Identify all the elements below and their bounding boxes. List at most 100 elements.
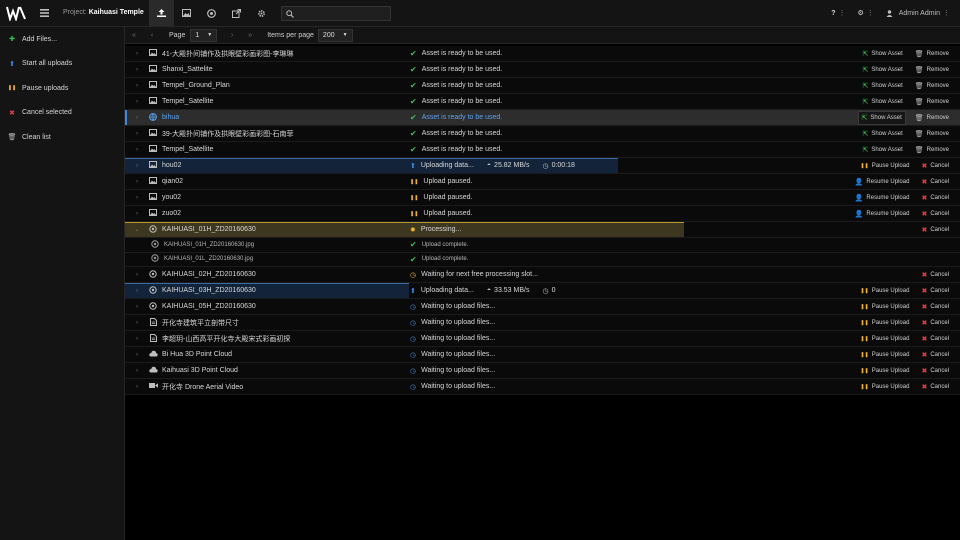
- show-asset-button[interactable]: ⇱ Show Asset: [860, 64, 906, 76]
- expand-chevron-icon[interactable]: ›: [125, 384, 149, 390]
- resume-upload-button[interactable]: 👤 Resume Upload: [852, 192, 913, 204]
- table-row[interactable]: › KAIHUASI_02H_ZD20160630 ◷ Waiting for …: [125, 267, 960, 283]
- external-link-icon[interactable]: [224, 0, 249, 26]
- pause-upload-button[interactable]: ❚❚ Pause Upload: [857, 366, 912, 376]
- pause-upload-button[interactable]: ❚❚ Pause Upload: [857, 286, 912, 296]
- table-row[interactable]: › Tempel_Ground_Plan ✔ Asset is ready to…: [125, 78, 960, 94]
- pause-upload-button[interactable]: ❚❚ Pause Upload: [857, 350, 912, 360]
- next-page-button[interactable]: ›: [223, 32, 241, 39]
- show-asset-button[interactable]: ⇱ Show Asset: [860, 144, 906, 156]
- show-asset-button[interactable]: ⇱ Show Asset: [860, 96, 906, 108]
- table-row[interactable]: › zuo02 ❚❚ Upload paused. 👤 Resume Upload…: [125, 206, 960, 222]
- table-row[interactable]: › Tempel_Satellite ✔ Asset is ready to b…: [125, 142, 960, 158]
- expand-chevron-icon[interactable]: ›: [125, 304, 149, 310]
- pause-upload-button[interactable]: ❚❚ Pause Upload: [857, 302, 912, 312]
- collapse-chevron-icon[interactable]: ⌄: [125, 226, 149, 233]
- sidebar-add-files[interactable]: ✚ Add Files...: [0, 27, 124, 52]
- table-row[interactable]: › 41-大殿扑间铺作及拱眼壁彩画彩图-李琳琳 ✔ Asset is ready…: [125, 46, 960, 62]
- user-menu[interactable]: Admin Admin ⋮: [886, 9, 950, 17]
- first-page-button[interactable]: «: [125, 32, 143, 39]
- pause-upload-button[interactable]: ❚❚ Pause Upload: [857, 382, 912, 392]
- remove-button[interactable]: 🗑 Remove: [912, 144, 952, 156]
- pause-upload-button[interactable]: ❚❚ Pause Upload: [857, 318, 912, 328]
- sidebar-clean-list[interactable]: 🗑 Clean list: [0, 125, 124, 150]
- table-row[interactable]: › KAIHUASI_05H_ZD20160630 ◷ Waiting to u…: [125, 299, 960, 315]
- cancel-button[interactable]: ✖ Cancel: [918, 285, 952, 297]
- expand-chevron-icon[interactable]: ›: [125, 51, 149, 57]
- cancel-button[interactable]: ✖ Cancel: [918, 224, 952, 236]
- remove-button[interactable]: 🗑 Remove: [912, 128, 952, 140]
- settings-menu[interactable]: ⚙ ⋮: [857, 9, 873, 17]
- help-menu[interactable]: ? ⋮: [831, 9, 845, 18]
- image-tab-icon[interactable]: [174, 0, 199, 26]
- show-asset-button[interactable]: ⇱ Show Asset: [860, 80, 906, 92]
- table-row[interactable]: › KAIHUASI_03H_ZD20160630 ⬆ Uploading da…: [125, 283, 960, 299]
- target-tab-icon[interactable]: [199, 0, 224, 26]
- cancel-button[interactable]: ✖ Cancel: [918, 301, 952, 313]
- expand-chevron-icon[interactable]: ›: [125, 352, 149, 358]
- list-view-icon[interactable]: [32, 0, 57, 26]
- sub-table-row[interactable]: KAIHUASI_01H_ZD20160630.jpg ✔ Upload com…: [125, 238, 960, 253]
- prev-page-button[interactable]: ‹: [143, 32, 161, 39]
- remove-button[interactable]: 🗑 Remove: [912, 48, 952, 60]
- expand-chevron-icon[interactable]: ›: [125, 288, 149, 294]
- cancel-button[interactable]: ✖ Cancel: [918, 192, 952, 204]
- expand-chevron-icon[interactable]: ›: [125, 320, 149, 326]
- expand-chevron-icon[interactable]: ›: [125, 67, 149, 73]
- resume-upload-button[interactable]: 👤 Resume Upload: [852, 176, 913, 188]
- last-page-button[interactable]: »: [241, 32, 259, 39]
- table-row[interactable]: › Kaihuasi 3D Point Cloud ◷ Waiting to u…: [125, 363, 960, 379]
- expand-chevron-icon[interactable]: ›: [125, 336, 149, 342]
- show-asset-button[interactable]: ⇱ Show Asset: [860, 48, 906, 60]
- table-row[interactable]: › 39-大殿扑间铺作及拱眼壁彩画彩图-石南菲 ✔ Asset is ready…: [125, 126, 960, 142]
- expand-chevron-icon[interactable]: ›: [125, 211, 149, 217]
- expand-chevron-icon[interactable]: ›: [125, 368, 149, 374]
- table-row[interactable]: › Shanxi_Sattelite ✔ Asset is ready to b…: [125, 62, 960, 78]
- expand-chevron-icon[interactable]: ›: [125, 131, 149, 137]
- expand-chevron-icon[interactable]: ›: [125, 179, 149, 185]
- cancel-button[interactable]: ✖ Cancel: [918, 160, 952, 172]
- search-box[interactable]: [281, 6, 391, 21]
- page-select[interactable]: 1 ▼: [190, 28, 218, 42]
- table-row[interactable]: › 李超玥-山西高平开化寺大殿宋式彩画初探 ◷ Waiting to uploa…: [125, 331, 960, 347]
- table-row[interactable]: › you02 ❚❚ Upload paused. 👤 Resume Upload…: [125, 190, 960, 206]
- expand-chevron-icon[interactable]: ›: [125, 163, 149, 169]
- cancel-button[interactable]: ✖ Cancel: [918, 208, 952, 220]
- expand-chevron-icon[interactable]: ›: [125, 83, 149, 89]
- pause-upload-button[interactable]: ❚❚ Pause Upload: [857, 161, 912, 171]
- expand-chevron-icon[interactable]: ›: [125, 195, 149, 201]
- expand-chevron-icon[interactable]: ›: [125, 272, 149, 278]
- cancel-button[interactable]: ✖ Cancel: [918, 269, 952, 281]
- remove-button[interactable]: 🗑 Remove: [912, 96, 952, 108]
- cancel-button[interactable]: ✖ Cancel: [918, 317, 952, 329]
- sidebar-start-all-uploads[interactable]: ⬆ Start all uploads: [0, 52, 124, 77]
- app-logo[interactable]: [6, 5, 26, 21]
- table-row[interactable]: › bihua ✔ Asset is ready to be used. ⇱ Sh…: [125, 110, 960, 126]
- remove-button[interactable]: 🗑 Remove: [912, 64, 952, 76]
- expand-chevron-icon[interactable]: ›: [125, 147, 149, 153]
- expand-chevron-icon[interactable]: ›: [125, 99, 149, 105]
- cancel-button[interactable]: ✖ Cancel: [918, 349, 952, 361]
- sub-table-row[interactable]: KAIHUASI_01L_ZD20160630.jpg ✔ Upload com…: [125, 252, 960, 267]
- pause-upload-button[interactable]: ❚❚ Pause Upload: [857, 334, 912, 344]
- project-title[interactable]: Project: Kaihuasi Temple: [63, 9, 144, 16]
- table-row[interactable]: › 开化寺 Drone Aerial Video ◷ Waiting to up…: [125, 379, 960, 395]
- show-asset-button[interactable]: ⇱ Show Asset: [860, 128, 906, 140]
- sidebar-pause-uploads[interactable]: ❚❚ Pause uploads: [0, 76, 124, 101]
- cancel-button[interactable]: ✖ Cancel: [918, 176, 952, 188]
- resume-upload-button[interactable]: 👤 Resume Upload: [852, 208, 913, 220]
- table-row[interactable]: ⌄ KAIHUASI_01H_ZD20160630 ✹ Processing..…: [125, 222, 960, 238]
- settings-tab-icon[interactable]: [249, 0, 274, 26]
- table-row[interactable]: › Bi Hua 3D Point Cloud ◷ Waiting to upl…: [125, 347, 960, 363]
- table-row[interactable]: › qian02 ❚❚ Upload paused. 👤 Resume Uploa…: [125, 174, 960, 190]
- sidebar-cancel-selected[interactable]: ✖ Cancel selected: [0, 101, 124, 126]
- table-row[interactable]: › hou02 ⬆ Uploading data... ◓ 25.82 MB/s …: [125, 158, 960, 174]
- remove-button[interactable]: 🗑 Remove: [912, 112, 952, 124]
- expand-chevron-icon[interactable]: ›: [125, 115, 149, 121]
- cancel-button[interactable]: ✖ Cancel: [918, 381, 952, 393]
- upload-tab-icon[interactable]: [149, 0, 174, 26]
- cancel-button[interactable]: ✖ Cancel: [918, 333, 952, 345]
- cancel-button[interactable]: ✖ Cancel: [918, 365, 952, 377]
- show-asset-button[interactable]: ⇱ Show Asset: [857, 110, 906, 125]
- items-per-page-select[interactable]: 200 ▼: [317, 28, 353, 42]
